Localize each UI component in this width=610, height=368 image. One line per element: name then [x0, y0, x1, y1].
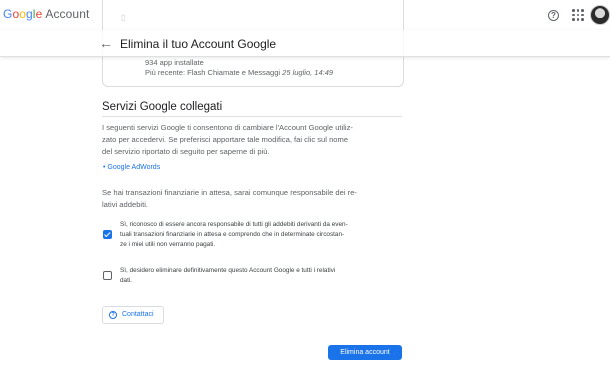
- page-title: Elimina il tuo Account Google: [120, 37, 277, 51]
- recent-app-text: Più recente: Flash Chiamate e Messaggi 2…: [145, 68, 334, 77]
- help-circle-icon: ?: [109, 310, 117, 319]
- apps-installed-text: 934 app installate: [145, 58, 204, 67]
- contact-button-label: Contattaci: [122, 311, 154, 318]
- page-header: ← Elimina il tuo Account Google: [0, 30, 610, 57]
- logo-suffix: Account: [45, 7, 90, 21]
- responsibility-checkbox[interactable]: [103, 230, 112, 239]
- contact-button[interactable]: ? Contattaci: [102, 306, 164, 324]
- section-title: Servizi Google collegati: [102, 101, 223, 113]
- delete-account-button[interactable]: Elimina account: [328, 345, 402, 360]
- avatar[interactable]: [590, 5, 610, 25]
- help-icon[interactable]: ?: [548, 10, 559, 21]
- divider: [102, 116, 402, 117]
- responsibility-checkbox-label: Sì, riconosco di essere ancora responsab…: [120, 221, 348, 248]
- back-arrow-icon[interactable]: ←: [99, 35, 113, 51]
- phone-icon: ▯: [121, 13, 126, 22]
- financial-paragraph: Se hai transazioni finanziarie in attesa…: [102, 188, 357, 209]
- service-link-google-adwords[interactable]: • Google AdWords: [103, 164, 160, 171]
- delete-confirm-checkbox[interactable]: [103, 271, 112, 280]
- delete-confirm-checkbox-label: Sì, desidero eliminare definitivamente q…: [120, 267, 336, 284]
- google-account-logo[interactable]: Google Account: [3, 7, 89, 21]
- intro-paragraph: I seguenti servizi Google ti consentono …: [102, 123, 353, 156]
- apps-grid-icon[interactable]: [572, 9, 584, 21]
